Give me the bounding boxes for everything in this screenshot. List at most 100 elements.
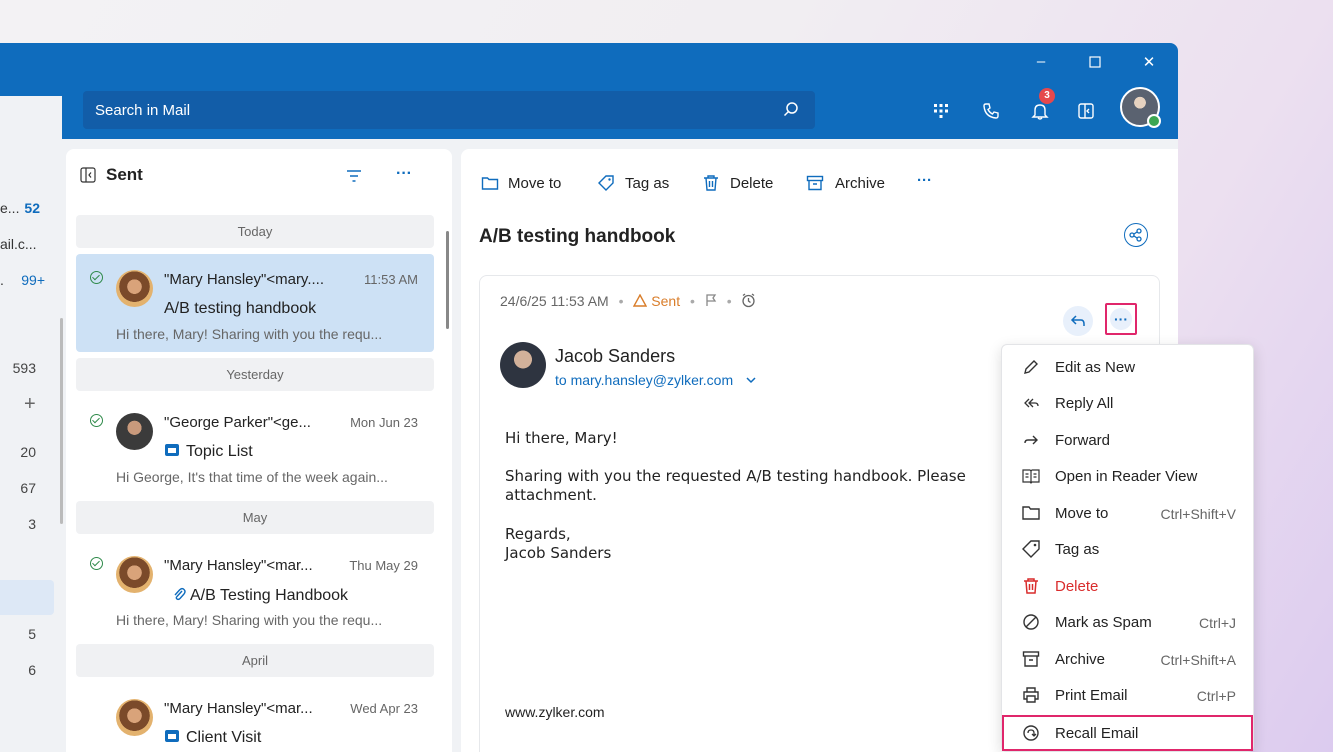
sent-check-icon [90, 414, 103, 427]
menu-item-label: Move to [1055, 505, 1109, 522]
tag-as-label: Tag as [625, 175, 670, 192]
menu-item-label: Edit as New [1055, 359, 1136, 376]
list-item[interactable]: "Mary Hansley"<mar... Thu May 29 A/B Tes… [76, 540, 434, 638]
add-folder-button[interactable]: + [24, 393, 36, 416]
menu-item-mark-spam[interactable]: Mark as Spam Ctrl+J [1002, 604, 1255, 640]
search-placeholder: Search in Mail [95, 102, 191, 119]
avatar [116, 699, 153, 736]
folder-count: 67 [20, 480, 36, 496]
recipient-line[interactable]: to mary.hansley@zylker.com [555, 372, 757, 388]
message-from: "George Parker"<ge... [164, 414, 311, 431]
message-more-button[interactable]: ··· [1105, 303, 1137, 335]
folder-count: 5 [28, 626, 36, 642]
folder-count: 3 [28, 516, 36, 532]
list-item[interactable]: "George Parker"<ge... Mon Jun 23 Topic L… [76, 397, 434, 495]
collapse-pane-icon[interactable] [80, 167, 96, 183]
minimize-button[interactable]: – [1030, 53, 1052, 70]
reply-icon [1070, 315, 1085, 326]
menu-item-label: Tag as [1055, 541, 1100, 558]
unread-count: 99+ [21, 272, 45, 288]
menu-item-delete[interactable]: Delete [1002, 568, 1255, 604]
more-icon: ··· [1110, 308, 1132, 330]
body-line: attachment. [505, 486, 597, 504]
message-date: 11:53 AM [364, 272, 418, 287]
message-preview: Hi there, Mary! Sharing with you the req… [116, 612, 383, 628]
menu-item-reader-view[interactable]: Open in Reader View [1002, 458, 1255, 494]
avatar [116, 270, 153, 307]
reply-button[interactable] [1063, 306, 1093, 336]
phone-icon[interactable] [981, 101, 1001, 121]
message-date: Thu May 29 [349, 558, 418, 573]
user-avatar[interactable] [1120, 87, 1161, 128]
message-subject: Client Visit [186, 729, 262, 746]
archive-label: Archive [835, 175, 886, 192]
menu-item-shortcut: Ctrl+J [1199, 615, 1236, 631]
menu-item-tag-as[interactable]: Tag as [1002, 531, 1255, 567]
avatar [116, 413, 153, 450]
printer-icon [1023, 687, 1039, 703]
list-scrollbar[interactable] [446, 231, 449, 329]
menu-item-reply-all[interactable]: Reply All [1002, 385, 1255, 421]
forward-icon [1024, 435, 1038, 445]
menu-item-archive[interactable]: Archive Ctrl+Shift+A [1002, 641, 1255, 677]
reminder-clock-icon[interactable] [741, 293, 756, 308]
title-bar: – ✕ Search in Mail 3 [0, 43, 1178, 139]
folder-count: 593 [12, 360, 36, 376]
message-date: Wed Apr 23 [350, 701, 418, 716]
folder-count: 20 [20, 444, 36, 460]
message-date: Mon Jun 23 [350, 415, 418, 430]
list-item[interactable]: "Mary Hansley"<mary.... 11:53 AM A/B tes… [76, 254, 434, 352]
close-window-button[interactable]: ✕ [1138, 53, 1160, 71]
menu-item-label: Forward [1055, 432, 1111, 449]
trash-icon [1024, 578, 1038, 594]
message-subject: Topic List [186, 443, 253, 460]
toolbar-more-button[interactable]: ··· [917, 172, 932, 189]
date-group-header: Today [76, 215, 434, 248]
menu-item-print[interactable]: Print Email Ctrl+P [1002, 677, 1255, 713]
date-group-header: April [76, 644, 434, 677]
flag-icon[interactable] [705, 294, 717, 307]
search-input[interactable]: Search in Mail [83, 91, 815, 129]
folder-sidebar: e... 52 ail.c... . 99+ 593 + 20 67 3 5 6 [0, 96, 63, 709]
move-to-label: Move to [508, 175, 562, 192]
menu-item-label: Archive [1055, 651, 1106, 668]
folder-count: 6 [28, 662, 36, 678]
body-signature: Jacob Sanders [505, 544, 612, 562]
message-from: "Mary Hansley"<mary.... [164, 271, 324, 288]
filter-icon[interactable] [346, 169, 362, 183]
sidebar-item-label: e... [0, 200, 20, 216]
apps-grid-icon[interactable] [931, 101, 951, 121]
menu-item-move-to[interactable]: Move to Ctrl+Shift+V [1002, 495, 1255, 531]
share-button[interactable] [1124, 223, 1148, 247]
tag-icon [598, 175, 614, 191]
menu-item-edit-as-new[interactable]: Edit as New [1002, 349, 1255, 385]
folder-title: Sent [106, 165, 143, 184]
list-item[interactable]: "Mary Hansley"<mar... Wed Apr 23 Client … [76, 683, 434, 752]
maximize-button[interactable] [1084, 53, 1106, 72]
body-footer-link[interactable]: www.zylker.com [505, 703, 605, 722]
recipient-address: to mary.hansley@zylker.com [555, 372, 734, 388]
sidebar-scrollbar[interactable] [60, 318, 63, 524]
bell-icon[interactable] [1030, 101, 1050, 121]
list-more-button[interactable]: ··· [396, 165, 412, 183]
sidebar-item-selected[interactable] [0, 580, 54, 615]
menu-item-shortcut: Ctrl+Shift+V [1160, 506, 1236, 522]
search-icon[interactable] [781, 100, 801, 120]
menu-item-forward[interactable]: Forward [1002, 422, 1255, 458]
date-group-header: May [76, 501, 434, 534]
menu-item-shortcut: Ctrl+P [1196, 688, 1236, 704]
message-from: "Mary Hansley"<mar... [164, 700, 313, 717]
chevron-down-icon[interactable] [745, 376, 757, 384]
message-subject: A/B Testing Handbook [190, 587, 349, 604]
delete-label: Delete [730, 175, 774, 192]
message-subject-row: Topic List [164, 443, 253, 461]
message-preview: Hi there, Mary! Sharing with you the req… [116, 326, 383, 342]
calendar-invite-icon [165, 444, 179, 456]
panel-toggle-icon[interactable] [1076, 101, 1096, 121]
status-badge: Sent [651, 293, 681, 309]
menu-item-label: Open in Reader View [1055, 468, 1198, 485]
body-regards: Regards, [505, 525, 571, 543]
menu-item-recall-email[interactable]: Recall Email [1002, 715, 1253, 751]
body-greeting: Hi there, Mary! [505, 429, 618, 447]
notification-badge: 3 [1039, 88, 1055, 104]
